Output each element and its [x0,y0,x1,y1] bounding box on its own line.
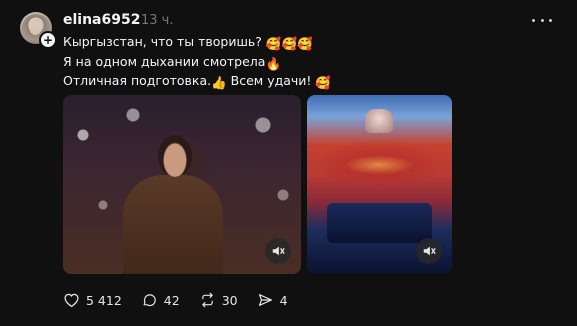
post-time: 13 ч. [141,13,174,28]
arena-stage [327,203,432,243]
username[interactable]: elina6952 [63,12,140,28]
send-icon [258,294,272,306]
repost-count: 30 [221,292,238,308]
comment-icon [143,294,156,307]
repost-icon [201,292,213,308]
heart-icon [64,293,79,308]
video-arena[interactable] [307,95,452,274]
speaker-muted-icon[interactable] [265,238,291,264]
performer-body [123,175,223,274]
repost-button[interactable]: 30 [199,292,238,308]
like-count: 5 412 [86,292,122,308]
thumbs-up-emoji: 👍 [211,75,227,90]
post-text-line-2: Я на одном дыхании смотрела🔥 [63,54,281,72]
more-dot [549,18,552,22]
reply-count: 42 [163,292,180,308]
arena-statue [365,109,393,133]
more-dot [532,18,535,22]
reply-button[interactable]: 42 [141,292,180,308]
action-bar: 5 412 42 30 4 [63,292,307,308]
more-dot [540,18,544,22]
share-button[interactable]: 4 [257,292,288,308]
post-text-line-1: Кыргызстан, что ты творишь? 🥰🥰🥰 [63,34,313,52]
plus-icon[interactable]: + [39,31,57,49]
video-performer[interactable] [63,95,301,274]
more-icon[interactable] [532,10,552,30]
fire-emoji: 🔥 [265,56,282,71]
share-count: 4 [279,292,288,308]
post-text: Кыргызстан, что ты творишь? [63,34,262,49]
post-text: Отличная подготовка. [63,73,212,88]
speaker-muted-icon[interactable] [416,238,442,264]
smiling-hearts-emoji: 🥰 [315,75,331,90]
post-text-line-3: Отличная подготовка.👍 Всем удачи! 🥰 [63,73,331,91]
avatar-face [29,19,42,35]
smiling-hearts-emoji: 🥰🥰🥰 [265,36,313,51]
like-button[interactable]: 5 412 [63,292,122,308]
post-text: Я на одном дыхании смотрела [63,54,266,69]
performer-head [158,135,192,177]
post-text: Всем удачи! [230,73,312,88]
